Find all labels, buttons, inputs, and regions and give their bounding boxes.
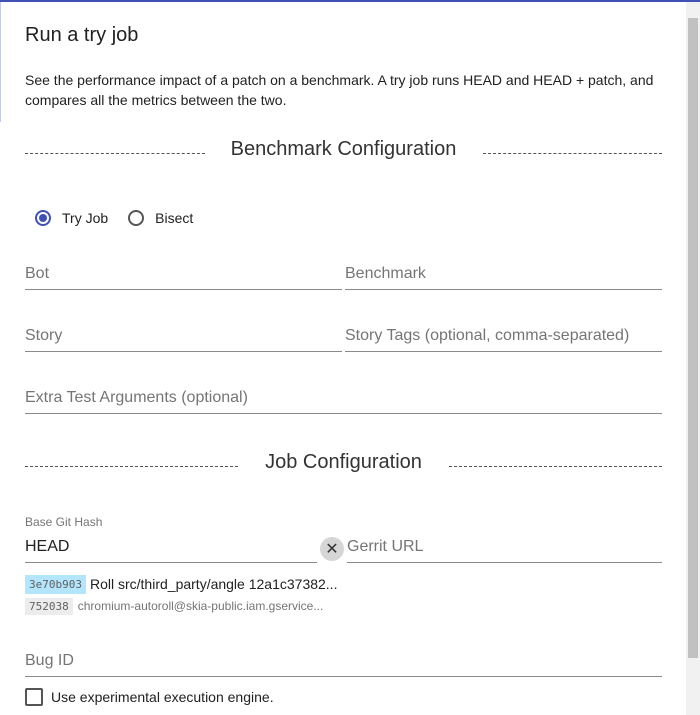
bot-placeholder: Bot: [25, 265, 50, 282]
experimental-engine-label: Use experimental execution engine.: [51, 689, 274, 705]
mode-radio-group: Try Job Bisect: [35, 207, 211, 229]
radio-bisect-indicator[interactable]: [128, 210, 145, 226]
close-icon: ✕: [325, 541, 339, 558]
radio-bisect[interactable]: Bisect: [128, 210, 193, 226]
commit-author: chromium-autoroll@skia-public.iam.gservi…: [77, 599, 324, 613]
base-git-hash-label: Base Git Hash: [25, 515, 103, 529]
experimental-engine-option[interactable]: Use experimental execution engine.: [25, 688, 274, 706]
gerrit-url-field[interactable]: Gerrit URL: [347, 533, 662, 563]
radio-try-job[interactable]: Try Job: [35, 210, 108, 226]
bug-id-placeholder: Bug ID: [25, 652, 74, 669]
commit-hash-chip: 3e70b903: [25, 574, 86, 594]
benchmark-configuration-header: Benchmark Configuration: [25, 138, 662, 168]
job-configuration-title: Job Configuration: [265, 451, 422, 473]
radio-try-job-label: Try Job: [62, 210, 109, 226]
extra-test-arguments-field[interactable]: Extra Test Arguments (optional): [25, 384, 662, 414]
story-tags-placeholder: Story Tags (optional, comma-separated): [345, 327, 630, 344]
base-git-hash-value: HEAD: [25, 538, 70, 555]
base-git-hash-field[interactable]: Base Git Hash HEAD: [25, 515, 317, 563]
radio-bisect-label: Bisect: [155, 210, 194, 226]
benchmark-placeholder: Benchmark: [345, 265, 426, 282]
clear-base-git-hash-button[interactable]: ✕: [320, 537, 344, 561]
gerrit-url-placeholder: Gerrit URL: [347, 538, 424, 555]
bot-field[interactable]: Bot: [25, 260, 342, 290]
commit-summary-row: 3e70b903 Roll src/third_party/angle 12a1…: [25, 574, 340, 594]
job-configuration-header: Job Configuration: [25, 451, 662, 481]
benchmark-field[interactable]: Benchmark: [345, 260, 662, 290]
benchmark-configuration-title: Benchmark Configuration: [230, 138, 457, 160]
bug-id-field[interactable]: Bug ID: [25, 647, 662, 677]
story-placeholder: Story: [25, 327, 63, 344]
dialog-description: See the performance impact of a patch on…: [25, 72, 654, 108]
divider-right: [483, 153, 662, 154]
story-field[interactable]: Story: [25, 322, 342, 352]
commit-number-chip: 752038: [25, 597, 73, 615]
scrollbar-thumb[interactable]: [688, 18, 698, 658]
commit-detail-row: 752038 chromium-autoroll@skia-public.iam…: [25, 596, 338, 616]
commit-subject: Roll src/third_party/angle 12a1c37382...: [89, 576, 338, 592]
dialog-title: Run a try job: [25, 24, 139, 46]
radio-try-job-indicator[interactable]: [35, 210, 51, 226]
divider-right: [449, 466, 662, 467]
story-tags-field[interactable]: Story Tags (optional, comma-separated): [345, 322, 662, 352]
experimental-engine-checkbox[interactable]: [25, 688, 43, 706]
extra-test-arguments-placeholder: Extra Test Arguments (optional): [25, 389, 248, 406]
